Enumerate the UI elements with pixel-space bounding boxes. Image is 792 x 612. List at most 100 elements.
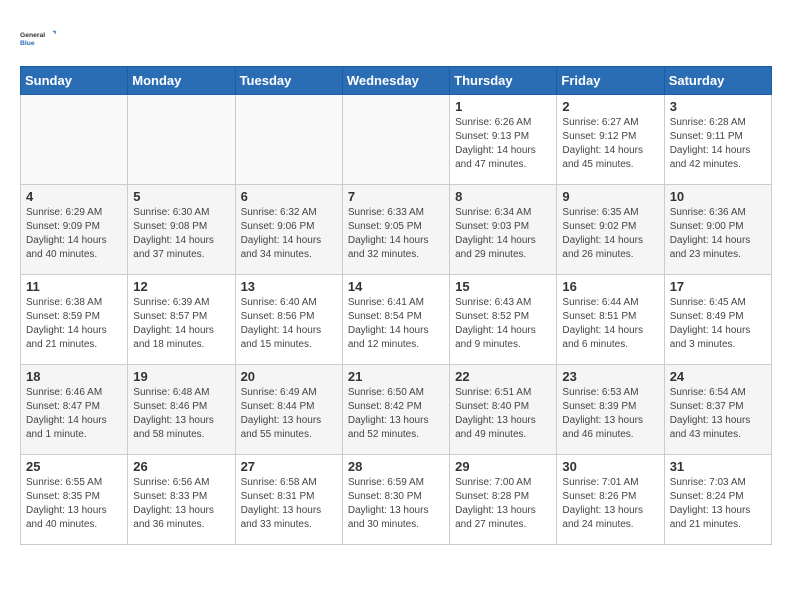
week-row-5: 25 Sunrise: 6:55 AM Sunset: 8:35 PM Dayli… <box>21 455 772 545</box>
calendar-cell: 1 Sunrise: 6:26 AM Sunset: 9:13 PM Daylig… <box>450 95 557 185</box>
calendar-table: SundayMondayTuesdayWednesdayThursdayFrid… <box>20 66 772 545</box>
day-number: 16 <box>562 279 658 294</box>
week-row-4: 18 Sunrise: 6:46 AM Sunset: 8:47 PM Dayli… <box>21 365 772 455</box>
day-info: Sunrise: 6:34 AM Sunset: 9:03 PM Dayligh… <box>455 206 551 262</box>
week-row-1: 1 Sunrise: 6:26 AM Sunset: 9:13 PM Daylig… <box>21 95 772 185</box>
calendar-cell: 19 Sunrise: 6:48 AM Sunset: 8:46 PM Dayli… <box>128 365 235 455</box>
day-info: Sunrise: 6:28 AM Sunset: 9:11 PM Dayligh… <box>670 116 766 172</box>
calendar-cell: 15 Sunrise: 6:43 AM Sunset: 8:52 PM Dayli… <box>450 275 557 365</box>
day-number: 8 <box>455 189 551 204</box>
calendar-cell: 9Sunrise: 6:35 AM Sunset: 9:02 PM Daylig… <box>557 185 664 275</box>
logo: General Blue <box>20 20 60 56</box>
calendar-cell: 29 Sunrise: 7:00 AM Sunset: 8:28 PM Dayli… <box>450 455 557 545</box>
day-number: 6 <box>241 189 337 204</box>
calendar-cell: 21 Sunrise: 6:50 AM Sunset: 8:42 PM Dayli… <box>342 365 449 455</box>
calendar-cell: 8 Sunrise: 6:34 AM Sunset: 9:03 PM Daylig… <box>450 185 557 275</box>
calendar-cell: 16 Sunrise: 6:44 AM Sunset: 8:51 PM Dayli… <box>557 275 664 365</box>
day-number: 17 <box>670 279 766 294</box>
day-number: 15 <box>455 279 551 294</box>
day-number: 25 <box>26 459 122 474</box>
day-info: Sunrise: 6:30 AM Sunset: 9:08 PM Dayligh… <box>133 206 229 262</box>
calendar-cell: 3 Sunrise: 6:28 AM Sunset: 9:11 PM Daylig… <box>664 95 771 185</box>
svg-text:General: General <box>20 32 45 39</box>
weekday-header-sunday: Sunday <box>21 67 128 95</box>
day-number: 7 <box>348 189 444 204</box>
day-info: Sunrise: 6:26 AM Sunset: 9:13 PM Dayligh… <box>455 116 551 172</box>
calendar-cell <box>128 95 235 185</box>
day-number: 13 <box>241 279 337 294</box>
day-info: Sunrise: 6:54 AM Sunset: 8:37 PM Dayligh… <box>670 386 766 442</box>
weekday-header-thursday: Thursday <box>450 67 557 95</box>
day-info: Sunrise: 6:51 AM Sunset: 8:40 PM Dayligh… <box>455 386 551 442</box>
calendar-cell <box>21 95 128 185</box>
day-info: Sunrise: 7:01 AM Sunset: 8:26 PM Dayligh… <box>562 476 658 532</box>
calendar-cell: 25 Sunrise: 6:55 AM Sunset: 8:35 PM Dayli… <box>21 455 128 545</box>
day-info: Sunrise: 6:53 AM Sunset: 8:39 PM Dayligh… <box>562 386 658 442</box>
day-number: 22 <box>455 369 551 384</box>
day-info: Sunrise: 7:00 AM Sunset: 8:28 PM Dayligh… <box>455 476 551 532</box>
day-number: 27 <box>241 459 337 474</box>
weekday-header-wednesday: Wednesday <box>342 67 449 95</box>
day-number: 3 <box>670 99 766 114</box>
day-number: 29 <box>455 459 551 474</box>
day-info: Sunrise: 6:38 AM Sunset: 8:59 PM Dayligh… <box>26 296 122 352</box>
day-number: 5 <box>133 189 229 204</box>
calendar-cell <box>235 95 342 185</box>
calendar-cell: 13Sunrise: 6:40 AM Sunset: 8:56 PM Dayli… <box>235 275 342 365</box>
calendar-cell: 30Sunrise: 7:01 AM Sunset: 8:26 PM Dayli… <box>557 455 664 545</box>
weekday-header-tuesday: Tuesday <box>235 67 342 95</box>
day-number: 18 <box>26 369 122 384</box>
svg-text:Blue: Blue <box>20 40 35 47</box>
day-number: 24 <box>670 369 766 384</box>
day-info: Sunrise: 6:45 AM Sunset: 8:49 PM Dayligh… <box>670 296 766 352</box>
calendar-cell: 5 Sunrise: 6:30 AM Sunset: 9:08 PM Daylig… <box>128 185 235 275</box>
week-row-2: 4Sunrise: 6:29 AM Sunset: 9:09 PM Daylig… <box>21 185 772 275</box>
day-number: 10 <box>670 189 766 204</box>
calendar-cell: 18 Sunrise: 6:46 AM Sunset: 8:47 PM Dayli… <box>21 365 128 455</box>
weekday-header-monday: Monday <box>128 67 235 95</box>
day-number: 28 <box>348 459 444 474</box>
day-info: Sunrise: 7:03 AM Sunset: 8:24 PM Dayligh… <box>670 476 766 532</box>
calendar-cell: 2 Sunrise: 6:27 AM Sunset: 9:12 PM Daylig… <box>557 95 664 185</box>
calendar-cell <box>342 95 449 185</box>
day-info: Sunrise: 6:27 AM Sunset: 9:12 PM Dayligh… <box>562 116 658 172</box>
day-number: 2 <box>562 99 658 114</box>
calendar-cell: 14Sunrise: 6:41 AM Sunset: 8:54 PM Dayli… <box>342 275 449 365</box>
day-number: 21 <box>348 369 444 384</box>
calendar-cell: 17 Sunrise: 6:45 AM Sunset: 8:49 PM Dayli… <box>664 275 771 365</box>
day-number: 1 <box>455 99 551 114</box>
day-number: 20 <box>241 369 337 384</box>
calendar-cell: 24 Sunrise: 6:54 AM Sunset: 8:37 PM Dayli… <box>664 365 771 455</box>
page-header: General Blue <box>20 20 772 56</box>
weekday-header-saturday: Saturday <box>664 67 771 95</box>
day-number: 26 <box>133 459 229 474</box>
calendar-cell: 12Sunrise: 6:39 AM Sunset: 8:57 PM Dayli… <box>128 275 235 365</box>
day-info: Sunrise: 6:33 AM Sunset: 9:05 PM Dayligh… <box>348 206 444 262</box>
day-info: Sunrise: 6:55 AM Sunset: 8:35 PM Dayligh… <box>26 476 122 532</box>
day-number: 12 <box>133 279 229 294</box>
day-info: Sunrise: 6:44 AM Sunset: 8:51 PM Dayligh… <box>562 296 658 352</box>
day-info: Sunrise: 6:43 AM Sunset: 8:52 PM Dayligh… <box>455 296 551 352</box>
day-number: 14 <box>348 279 444 294</box>
calendar-cell: 27 Sunrise: 6:58 AM Sunset: 8:31 PM Dayli… <box>235 455 342 545</box>
calendar-cell: 6 Sunrise: 6:32 AM Sunset: 9:06 PM Daylig… <box>235 185 342 275</box>
day-info: Sunrise: 6:50 AM Sunset: 8:42 PM Dayligh… <box>348 386 444 442</box>
calendar-cell: 11 Sunrise: 6:38 AM Sunset: 8:59 PM Dayli… <box>21 275 128 365</box>
day-number: 19 <box>133 369 229 384</box>
day-number: 31 <box>670 459 766 474</box>
calendar-cell: 10Sunrise: 6:36 AM Sunset: 9:00 PM Dayli… <box>664 185 771 275</box>
calendar-cell: 26 Sunrise: 6:56 AM Sunset: 8:33 PM Dayli… <box>128 455 235 545</box>
day-info: Sunrise: 6:32 AM Sunset: 9:06 PM Dayligh… <box>241 206 337 262</box>
day-info: Sunrise: 6:48 AM Sunset: 8:46 PM Dayligh… <box>133 386 229 442</box>
day-info: Sunrise: 6:49 AM Sunset: 8:44 PM Dayligh… <box>241 386 337 442</box>
calendar-cell: 28Sunrise: 6:59 AM Sunset: 8:30 PM Dayli… <box>342 455 449 545</box>
calendar-cell: 7 Sunrise: 6:33 AM Sunset: 9:05 PM Daylig… <box>342 185 449 275</box>
weekday-header-row: SundayMondayTuesdayWednesdayThursdayFrid… <box>21 67 772 95</box>
day-number: 9 <box>562 189 658 204</box>
day-info: Sunrise: 6:46 AM Sunset: 8:47 PM Dayligh… <box>26 386 122 442</box>
calendar-cell: 20 Sunrise: 6:49 AM Sunset: 8:44 PM Dayli… <box>235 365 342 455</box>
day-info: Sunrise: 6:58 AM Sunset: 8:31 PM Dayligh… <box>241 476 337 532</box>
logo-icon: General Blue <box>20 20 56 56</box>
day-number: 11 <box>26 279 122 294</box>
day-info: Sunrise: 6:56 AM Sunset: 8:33 PM Dayligh… <box>133 476 229 532</box>
